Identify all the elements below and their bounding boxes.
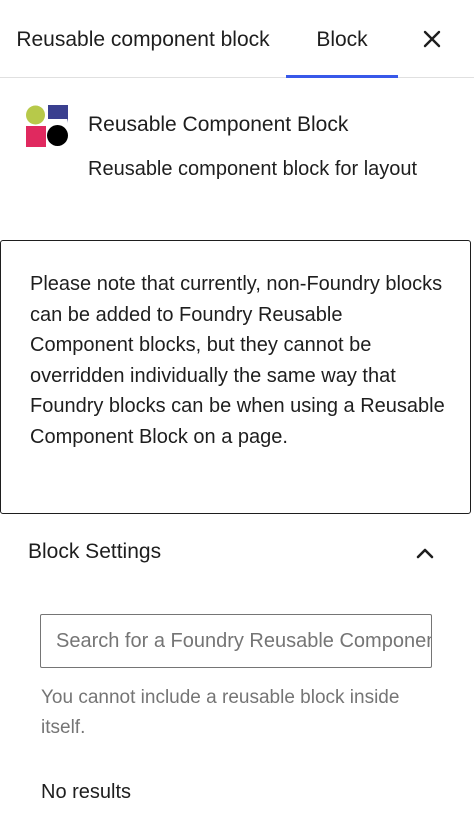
search-input[interactable] (40, 614, 432, 668)
tab-reusable-component-block[interactable]: Reusable component block (14, 0, 272, 78)
foundry-block-icon (26, 105, 68, 147)
tab-label: Block (316, 27, 368, 51)
close-icon (423, 30, 441, 48)
tab-label: Reusable component block (16, 27, 270, 51)
tab-block[interactable]: Block (286, 0, 398, 78)
notice-box: Please note that currently, non-Foundry … (0, 240, 471, 514)
help-text: You cannot include a reusable block insi… (41, 687, 400, 738)
block-description: Reusable component block for layout (88, 158, 418, 180)
block-settings-toggle[interactable]: Block Settings (0, 514, 474, 590)
notice-text: Please note that currently, non-Foundry … (30, 273, 445, 448)
sidebar-header: Reusable component block Block (0, 0, 474, 78)
panel-title: Block Settings (28, 540, 162, 563)
block-card: Reusable Component Block Reusable compon… (0, 79, 474, 240)
close-button[interactable] (412, 19, 452, 59)
no-results-text: No results (41, 781, 132, 803)
block-title: Reusable Component Block (88, 113, 349, 136)
active-tab-indicator (286, 75, 398, 78)
chevron-up-icon (410, 538, 440, 568)
